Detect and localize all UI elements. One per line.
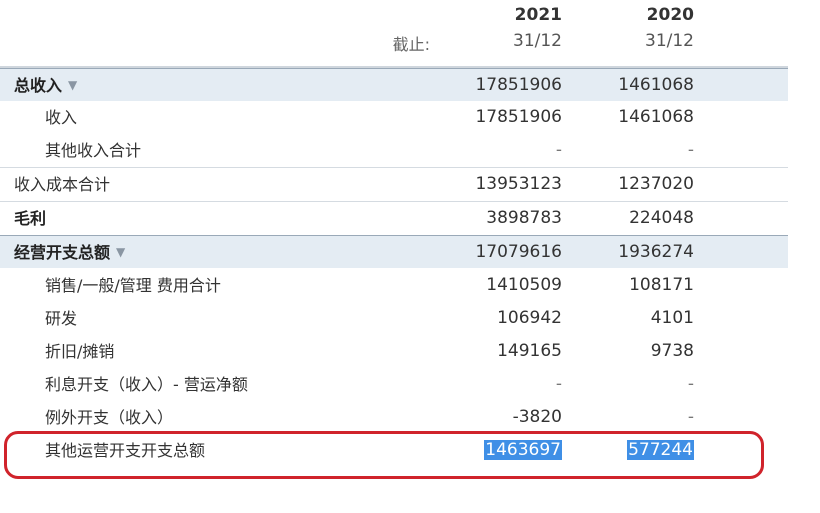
row-label[interactable]: 总收入 ▼ — [14, 69, 77, 102]
row-value-2021: 149165 — [497, 341, 562, 361]
row-value-2021: 1410509 — [486, 275, 562, 295]
row-value-2020: 224048 — [629, 208, 694, 228]
table-row-other-operating-expenses: 其他运营开支开支总额 1463697 577244 — [0, 434, 788, 467]
row-label[interactable]: 经营开支总额 ▼ — [14, 236, 125, 269]
row-value-2020: - — [687, 374, 694, 394]
row-value-2020: 1936274 — [618, 242, 694, 262]
table-row-total-revenue[interactable]: 总收入 ▼ 17851906 1461068 — [0, 68, 788, 101]
row-label: 利息开支（收入）- 营运净额 — [45, 375, 248, 394]
row-label: 其他运营开支开支总额 — [45, 441, 206, 460]
row-value-2020: 1461068 — [618, 75, 694, 95]
row-value-2020: 4101 — [650, 308, 694, 328]
as-of-label: 截止: — [392, 35, 430, 54]
selected-text[interactable]: 577244 — [627, 440, 694, 460]
row-value-2021: 106942 — [497, 308, 562, 328]
chevron-down-icon[interactable]: ▼ — [68, 69, 77, 102]
row-label: 毛利 — [14, 209, 47, 228]
table-row-cost-of-revenue: 收入成本合计 13953123 1237020 — [0, 167, 788, 200]
row-label: 收入成本合计 — [14, 175, 111, 194]
table-row-rnd: 研发 106942 4101 — [0, 302, 788, 335]
row-value-2021: 17079616 — [475, 242, 562, 262]
row-value-2021: 13953123 — [475, 174, 562, 194]
table-row-depreciation: 折旧/摊销 149165 9738 — [0, 335, 788, 368]
row-value-2021: -3820 — [512, 407, 562, 427]
row-label: 例外开支（收入） — [45, 408, 174, 427]
row-value-2021: 17851906 — [475, 75, 562, 95]
row-label: 其他收入合计 — [45, 141, 142, 160]
row-value-2021[interactable]: 1463697 — [420, 434, 562, 467]
row-value-2020: - — [687, 140, 694, 160]
table-header: 截止: 2021 31/12 2020 31/12 — [0, 0, 788, 66]
row-value-2020: 9738 — [650, 341, 694, 361]
row-value-2020[interactable]: 577244 — [560, 434, 694, 467]
table-row-gross-profit: 毛利 3898783 224048 — [0, 201, 788, 234]
table-row-revenue: 收入 17851906 1461068 — [0, 101, 788, 134]
selected-text[interactable]: 1463697 — [484, 440, 562, 460]
row-label: 销售/一般/管理 费用合计 — [45, 276, 221, 295]
row-value-2020: 1237020 — [618, 174, 694, 194]
table-row-unusual-expense: 例外开支（收入） -3820 - — [0, 401, 788, 434]
col-2021-year[interactable]: 2021 — [422, 5, 562, 25]
chevron-down-icon[interactable]: ▼ — [116, 236, 125, 269]
table-row-total-operating-expenses[interactable]: 经营开支总额 ▼ 17079616 1936274 — [0, 235, 788, 268]
row-label: 收入 — [45, 108, 78, 127]
row-value-2021: 17851906 — [475, 107, 562, 127]
col-2020-year[interactable]: 2020 — [554, 5, 694, 25]
col-2020-date: 31/12 — [645, 31, 694, 51]
row-value-2021: - — [555, 374, 562, 394]
row-value-2020: 108171 — [629, 275, 694, 295]
row-label: 折旧/摊销 — [45, 342, 115, 361]
row-value-2020: 1461068 — [618, 107, 694, 127]
financial-statement: 截止: 2021 31/12 2020 31/12 总收入 ▼ 17851906 … — [0, 0, 820, 513]
table-row-sga: 销售/一般/管理 费用合计 1410509 108171 — [0, 269, 788, 302]
col-2021-date: 31/12 — [513, 31, 562, 51]
row-value-2021: 3898783 — [486, 208, 562, 228]
row-value-2021: - — [555, 140, 562, 160]
table-row-interest-expense: 利息开支（收入）- 营运净额 - - — [0, 368, 788, 401]
table-row-other-revenue: 其他收入合计 - - — [0, 134, 788, 167]
row-value-2020: - — [687, 407, 694, 427]
row-label: 研发 — [45, 309, 78, 328]
